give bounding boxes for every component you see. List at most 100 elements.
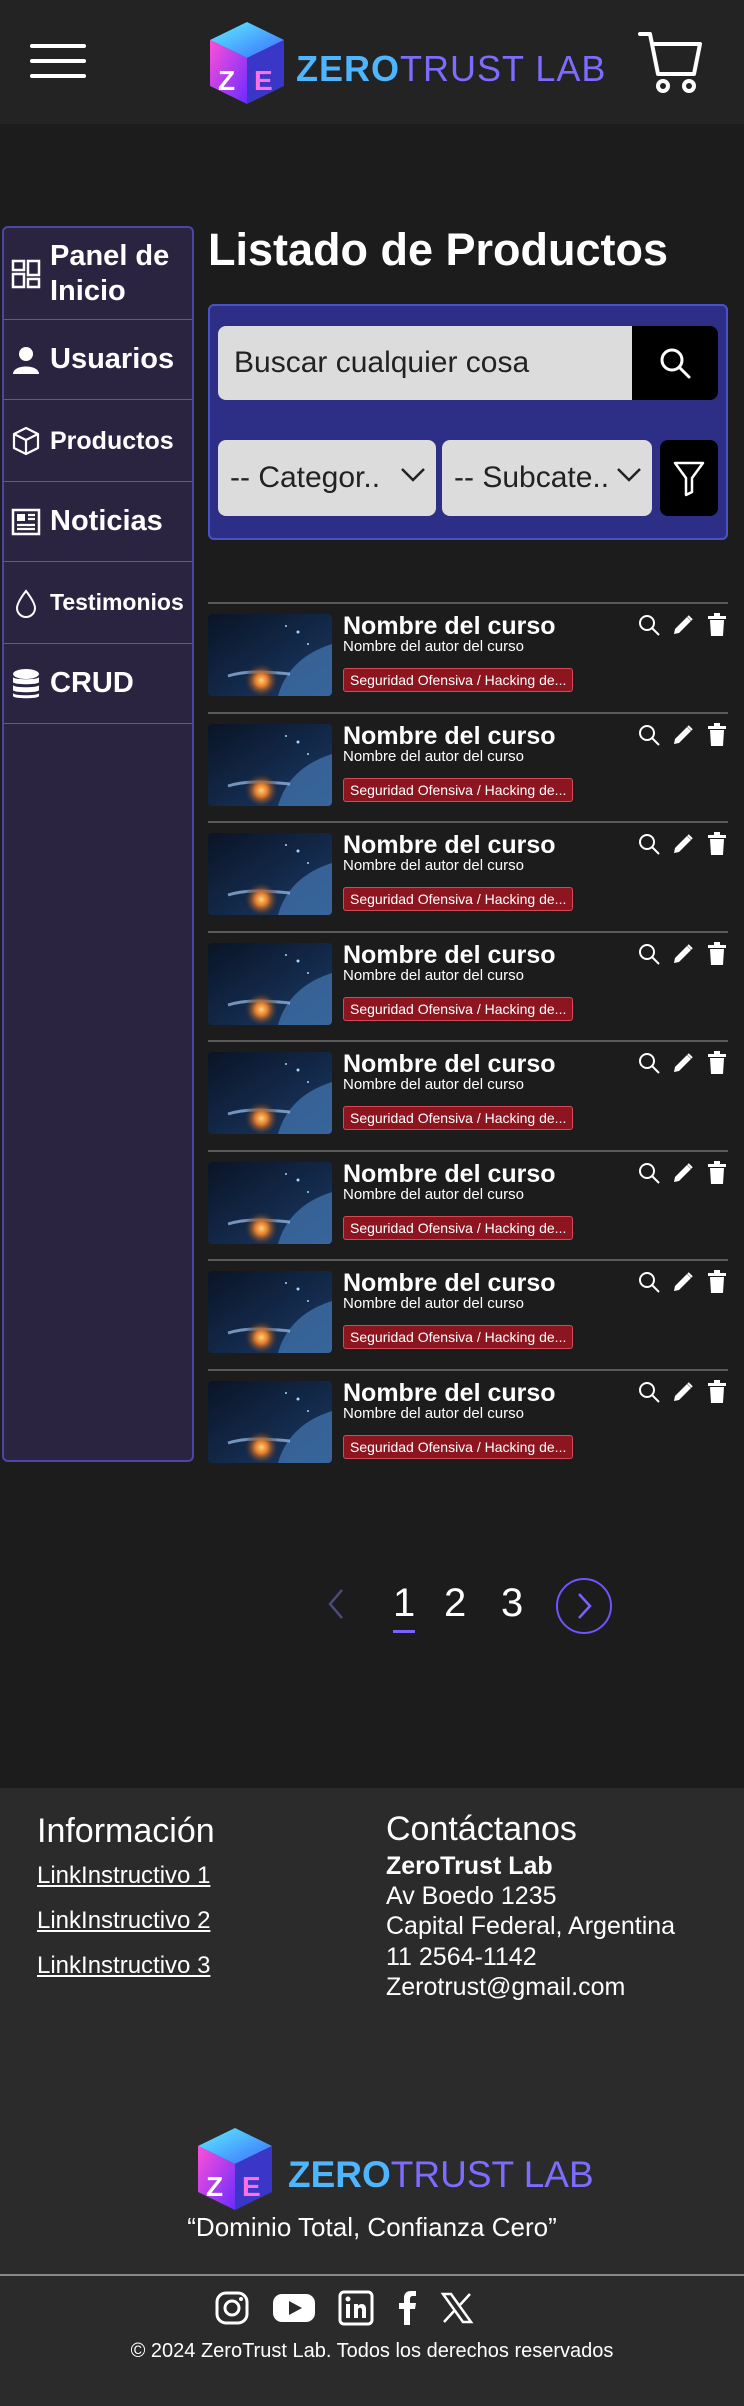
course-author: Nombre del autor del curso xyxy=(343,1295,524,1312)
subcategory-select[interactable]: -- Subcate.. xyxy=(442,440,652,516)
course-actions xyxy=(636,1050,730,1076)
course-author: Nombre del autor del curso xyxy=(343,747,524,765)
pagination-prev-button[interactable] xyxy=(324,1586,348,1632)
cart-icon[interactable] xyxy=(636,28,706,98)
course-name[interactable]: Nombre del curso xyxy=(343,1160,556,1189)
sidebar-item-crud[interactable]: CRUD xyxy=(4,644,192,724)
course-row[interactable]: Nombre del curso Nombre del autor del cu… xyxy=(208,930,730,1041)
course-name[interactable]: Nombre del curso xyxy=(343,1050,556,1079)
chevron-down-icon xyxy=(401,468,425,482)
filter-icon xyxy=(673,461,705,497)
sidebar-item-usuarios[interactable]: Usuarios xyxy=(4,320,192,400)
filter-button[interactable] xyxy=(660,440,718,516)
course-thumbnail[interactable] xyxy=(208,1161,332,1244)
delete-icon[interactable] xyxy=(704,1379,730,1405)
course-name[interactable]: Nombre del curso xyxy=(343,941,556,970)
course-row[interactable]: Nombre del curso Nombre del autor del cu… xyxy=(208,1040,728,1150)
sidebar-item-panel[interactable]: Panel de Inicio xyxy=(4,228,192,320)
sidebar-item-testimonios[interactable]: Testimonios xyxy=(4,562,192,644)
course-row[interactable]: Nombre del curso Nombre del autor del cu… xyxy=(208,602,728,712)
view-icon[interactable] xyxy=(636,831,662,857)
course-name[interactable]: Nombre del curso xyxy=(343,1269,556,1298)
edit-icon[interactable] xyxy=(670,941,696,967)
footer-link-1[interactable]: LinkInstructivo 1 xyxy=(37,1862,210,1890)
course-actions xyxy=(636,941,730,967)
view-icon[interactable] xyxy=(636,941,662,967)
pagination-page-1[interactable]: 1 xyxy=(393,1576,416,1633)
view-icon[interactable] xyxy=(636,722,662,748)
sidebar-item-productos[interactable]: Productos xyxy=(4,400,192,482)
course-row[interactable]: Nombre del curso Nombre del autor del cu… xyxy=(208,1368,730,1479)
view-icon[interactable] xyxy=(636,1269,662,1295)
pagination-page-2[interactable]: 2 xyxy=(444,1576,466,1630)
course-author: Nombre del autor del curso xyxy=(343,1404,524,1422)
view-icon[interactable] xyxy=(636,1160,662,1186)
subcategory-select-value: -- Subcate.. xyxy=(454,461,610,494)
contact-email[interactable]: Zerotrust@gmail.com xyxy=(386,1973,625,2002)
course-thumbnail[interactable] xyxy=(208,614,332,696)
course-author: Nombre del autor del curso xyxy=(343,1185,524,1203)
cube-logo-icon: Z E xyxy=(198,2128,272,2210)
facebook-icon[interactable] xyxy=(396,2290,418,2326)
pagination-next-button[interactable] xyxy=(556,1578,612,1634)
edit-icon[interactable] xyxy=(670,1269,696,1295)
sidebar-item-label: Productos xyxy=(50,426,174,455)
course-category-tag: Seguridad Ofensiva / Hacking de... xyxy=(343,1434,574,1459)
menu-icon[interactable] xyxy=(30,44,86,78)
sidebar-item-label: Usuarios xyxy=(50,343,175,376)
footer-slogan: “Dominio Total, Confianza Cero” xyxy=(187,2212,557,2242)
course-actions xyxy=(636,722,730,748)
course-thumbnail[interactable] xyxy=(208,1380,332,1463)
view-icon[interactable] xyxy=(636,1050,662,1076)
svg-text:Z: Z xyxy=(206,2171,223,2202)
course-author: Nombre del autor del curso xyxy=(343,857,524,874)
x-icon[interactable] xyxy=(440,2291,474,2325)
course-row[interactable]: Nombre del curso Nombre del autor del cu… xyxy=(208,1259,728,1369)
course-thumbnail[interactable] xyxy=(208,1052,332,1134)
course-actions xyxy=(636,1379,730,1405)
footer-link-2[interactable]: LinkInstructivo 2 xyxy=(37,1907,210,1935)
brand-part1: ZERO xyxy=(288,2154,391,2195)
youtube-icon[interactable] xyxy=(272,2292,316,2324)
view-icon[interactable] xyxy=(636,1379,662,1405)
search-button[interactable] xyxy=(632,326,718,400)
edit-icon[interactable] xyxy=(670,1379,696,1405)
course-thumbnail[interactable] xyxy=(208,833,332,915)
edit-icon[interactable] xyxy=(670,1050,696,1076)
chevron-right-icon xyxy=(578,1593,592,1619)
course-thumbnail[interactable] xyxy=(208,723,332,806)
course-name[interactable]: Nombre del curso xyxy=(343,722,556,751)
linkedin-icon[interactable] xyxy=(338,2290,374,2326)
box-icon xyxy=(10,426,42,456)
view-icon[interactable] xyxy=(636,612,662,638)
category-select[interactable]: -- Categor.. xyxy=(218,440,436,516)
footer-link-3[interactable]: LinkInstructivo 3 xyxy=(37,1952,210,1980)
instagram-icon[interactable] xyxy=(214,2290,250,2326)
footer-divider xyxy=(0,2274,744,2276)
delete-icon[interactable] xyxy=(704,941,730,967)
delete-icon[interactable] xyxy=(704,1050,730,1076)
course-row[interactable]: Nombre del curso Nombre del autor del cu… xyxy=(208,821,728,931)
search-input[interactable] xyxy=(218,326,632,400)
edit-icon[interactable] xyxy=(670,722,696,748)
edit-icon[interactable] xyxy=(670,612,696,638)
brand-logo[interactable]: Z E ZEROTRUST LAB xyxy=(204,18,605,108)
course-category-tag: Seguridad Ofensiva / Hacking de... xyxy=(343,668,574,692)
course-category-tag: Seguridad Ofensiva / Hacking de... xyxy=(343,1106,574,1130)
edit-icon[interactable] xyxy=(670,831,696,857)
course-name[interactable]: Nombre del curso xyxy=(343,612,556,641)
pagination-page-3[interactable]: 3 xyxy=(501,1576,523,1630)
delete-icon[interactable] xyxy=(704,1160,730,1186)
delete-icon[interactable] xyxy=(704,722,730,748)
delete-icon[interactable] xyxy=(704,831,730,857)
course-thumbnail[interactable] xyxy=(208,942,332,1025)
delete-icon[interactable] xyxy=(704,1269,730,1295)
edit-icon[interactable] xyxy=(670,1160,696,1186)
course-row[interactable]: Nombre del curso Nombre del autor del cu… xyxy=(208,1149,730,1260)
course-thumbnail[interactable] xyxy=(208,1271,332,1353)
sidebar-item-noticias[interactable]: Noticias xyxy=(4,482,192,562)
course-name[interactable]: Nombre del curso xyxy=(343,831,556,860)
course-row[interactable]: Nombre del curso Nombre del autor del cu… xyxy=(208,711,730,822)
delete-icon[interactable] xyxy=(704,612,730,638)
course-name[interactable]: Nombre del curso xyxy=(343,1379,556,1408)
